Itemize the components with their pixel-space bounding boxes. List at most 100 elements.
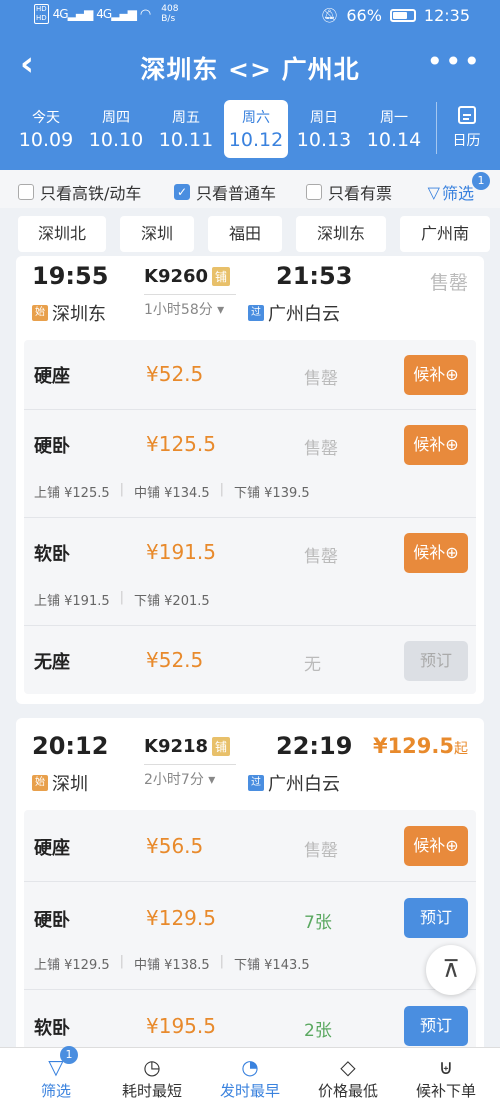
station-chip[interactable]: 广州南 [400, 216, 490, 252]
station-label: 广州白云 [268, 774, 340, 795]
station-chip[interactable]: 深圳 [120, 216, 194, 252]
tab-shortest-duration[interactable]: ◷ 耗时最短 [102, 1054, 202, 1101]
calendar-button[interactable]: 日历 [436, 102, 496, 154]
pass-tag: 过 [248, 305, 264, 321]
station-chip[interactable]: 福田 [208, 216, 282, 252]
filter-regular[interactable]: ✓ 只看普通车 [174, 180, 276, 204]
date-label: 10.12 [228, 129, 284, 151]
book-button-disabled[interactable]: 预订 [404, 641, 468, 681]
start-tag: 始 [32, 775, 48, 791]
tab-label: 候补下单 [415, 1082, 476, 1100]
seat-availability: 无 [304, 655, 321, 675]
date-strip: 今天 10.09 周四 10.10 周五 10.11 周六 10.12 周日 1… [0, 100, 500, 160]
date-tab[interactable]: 周四 10.10 [84, 100, 148, 158]
battery-icon [389, 9, 416, 22]
date-tab-selected[interactable]: 周六 10.12 [224, 100, 288, 158]
station-label: 广州白云 [268, 304, 340, 325]
berth-price: 下铺 ¥143.5 [234, 958, 310, 973]
status-left: HD HD 4G▂▄▆ 4G▂▄▆ ◠ 408 B/s [34, 4, 178, 24]
train-card[interactable]: 19:55 K9260 铺 21:53 售罄 1小时58分 ▾ 始 深圳东 过 … [16, 256, 484, 704]
seat-price: ¥195.5 [146, 1014, 216, 1038]
berth-tag: 铺 [212, 267, 231, 286]
waitlist-button[interactable]: 候补⊕ [404, 425, 468, 465]
arrival-time: 21:53 [276, 262, 353, 290]
more-icon[interactable]: ••• [426, 48, 482, 76]
seat-row: 硬卧 ¥129.5 7张 预订 上铺 ¥129.5 | 中铺 ¥138.5 | 下铺… [24, 882, 476, 990]
price-from-suffix: 起 [454, 741, 468, 757]
arrival-station: 过 广州白云 [248, 300, 340, 326]
checkbox-icon [18, 184, 34, 200]
station-chip[interactable]: 深圳东 [296, 216, 386, 252]
battery-percent: 66% [346, 6, 382, 25]
seat-type: 无座 [34, 652, 70, 673]
duration[interactable]: 1小时58分 ▾ [144, 294, 236, 319]
station-label: 深圳 [52, 774, 88, 795]
signal-icon: 4G▂▄▆ [52, 7, 94, 21]
filter-row: 只看高铁/动车 ✓ 只看普通车 只看有票 ▽ 筛选 1 [0, 170, 500, 208]
date-tab[interactable]: 周五 10.11 [154, 100, 218, 158]
filter-icon: ▽ [48, 1055, 64, 1079]
app-header: HD HD 4G▂▄▆ 4G▂▄▆ ◠ 408 B/s 🔕︎ 66% 12:35 ‹… [0, 0, 500, 170]
network-speed: 408 B/s [161, 4, 179, 24]
berth-tag: 铺 [212, 737, 231, 756]
scroll-to-top-button[interactable]: ⊼ [426, 945, 476, 995]
seat-availability: 2张 [304, 1021, 332, 1041]
berth-price: 上铺 ¥191.5 [34, 594, 110, 609]
signal-icon-2: 4G▂▄▆ [96, 7, 137, 21]
berth-price: 下铺 ¥139.5 [234, 486, 310, 501]
train-number-label: K9260 [144, 266, 209, 287]
seat-type: 软卧 [34, 1018, 70, 1039]
arrival-station: 过 广州白云 [248, 770, 340, 796]
weekday-label: 周一 [380, 110, 408, 126]
mute-icon: 🔕︎ [320, 7, 339, 24]
tab-filter[interactable]: ▽ 筛选 [6, 1054, 106, 1101]
filter-label: 只看普通车 [196, 184, 277, 203]
sift-badge: 1 [472, 172, 490, 190]
station-chip[interactable]: 深圳北 [18, 216, 106, 252]
filter-has-ticket[interactable]: 只看有票 [306, 180, 392, 204]
berth-prices: 上铺 ¥129.5 | 中铺 ¥138.5 | 下铺 ¥143.5 [34, 954, 310, 973]
waitlist-button[interactable]: 候补⊕ [404, 355, 468, 395]
date-label: 10.09 [18, 129, 74, 151]
tab-lowest-price[interactable]: ◇ 价格最低 [298, 1054, 398, 1101]
calendar-label: 日历 [452, 133, 481, 149]
tab-label: 发时最早 [219, 1082, 280, 1100]
departure-time: 20:12 [32, 732, 109, 760]
start-tag: 始 [32, 305, 48, 321]
tab-earliest-departure[interactable]: ◔ 发时最早 [200, 1054, 300, 1101]
filter-high-speed[interactable]: 只看高铁/动车 [18, 180, 141, 204]
seat-type: 硬卧 [34, 910, 70, 931]
berth-prices: 上铺 ¥191.5 | 下铺 ¥201.5 [34, 590, 210, 609]
waitlist-button[interactable]: 候补⊕ [404, 533, 468, 573]
duration[interactable]: 2小时7分 ▾ [144, 764, 236, 789]
berth-prices: 上铺 ¥125.5 | 中铺 ¥134.5 | 下铺 ¥139.5 [34, 482, 310, 501]
seat-price: ¥52.5 [146, 362, 204, 386]
book-button[interactable]: 预订 [404, 1006, 468, 1046]
seat-price: ¥125.5 [146, 432, 216, 456]
seat-type: 硬座 [34, 838, 70, 859]
price-from-value: ¥129.5 [372, 734, 454, 758]
sift-button[interactable]: ▽ 筛选 [428, 180, 474, 204]
filter-badge: 1 [60, 1046, 78, 1064]
sift-label: 筛选 [441, 184, 474, 203]
date-tab[interactable]: 周日 10.13 [292, 100, 356, 158]
train-card[interactable]: 20:12 K9218 铺 22:19 ¥129.5起 2小时7分 ▾ 始 深圳… [16, 718, 484, 1058]
date-tab[interactable]: 周一 10.14 [362, 100, 426, 158]
seat-price: ¥56.5 [146, 834, 204, 858]
seat-list: 硬座 ¥56.5 售罄 候补⊕ 硬卧 ¥129.5 7张 预订 上铺 ¥129.… [24, 810, 476, 1058]
tab-waitlist-order[interactable]: ⊎ 候补下单 [396, 1054, 496, 1101]
seat-availability: 售罄 [304, 439, 338, 459]
book-button[interactable]: 预订 [404, 898, 468, 938]
berth-price: 上铺 ¥125.5 [34, 486, 110, 501]
checkbox-checked-icon: ✓ [174, 184, 190, 200]
weekday-label: 周五 [172, 110, 200, 126]
seat-row: 硬座 ¥56.5 售罄 候补⊕ [24, 810, 476, 882]
seat-availability: 售罄 [304, 369, 338, 389]
seat-price: ¥52.5 [146, 648, 204, 672]
train-number: K9218 铺 [144, 736, 231, 757]
waitlist-button[interactable]: 候补⊕ [404, 826, 468, 866]
date-label: 10.11 [158, 129, 214, 151]
date-tab[interactable]: 今天 10.09 [14, 100, 78, 158]
berth-price: 上铺 ¥129.5 [34, 958, 110, 973]
hd-icon: HD HD [34, 4, 49, 24]
